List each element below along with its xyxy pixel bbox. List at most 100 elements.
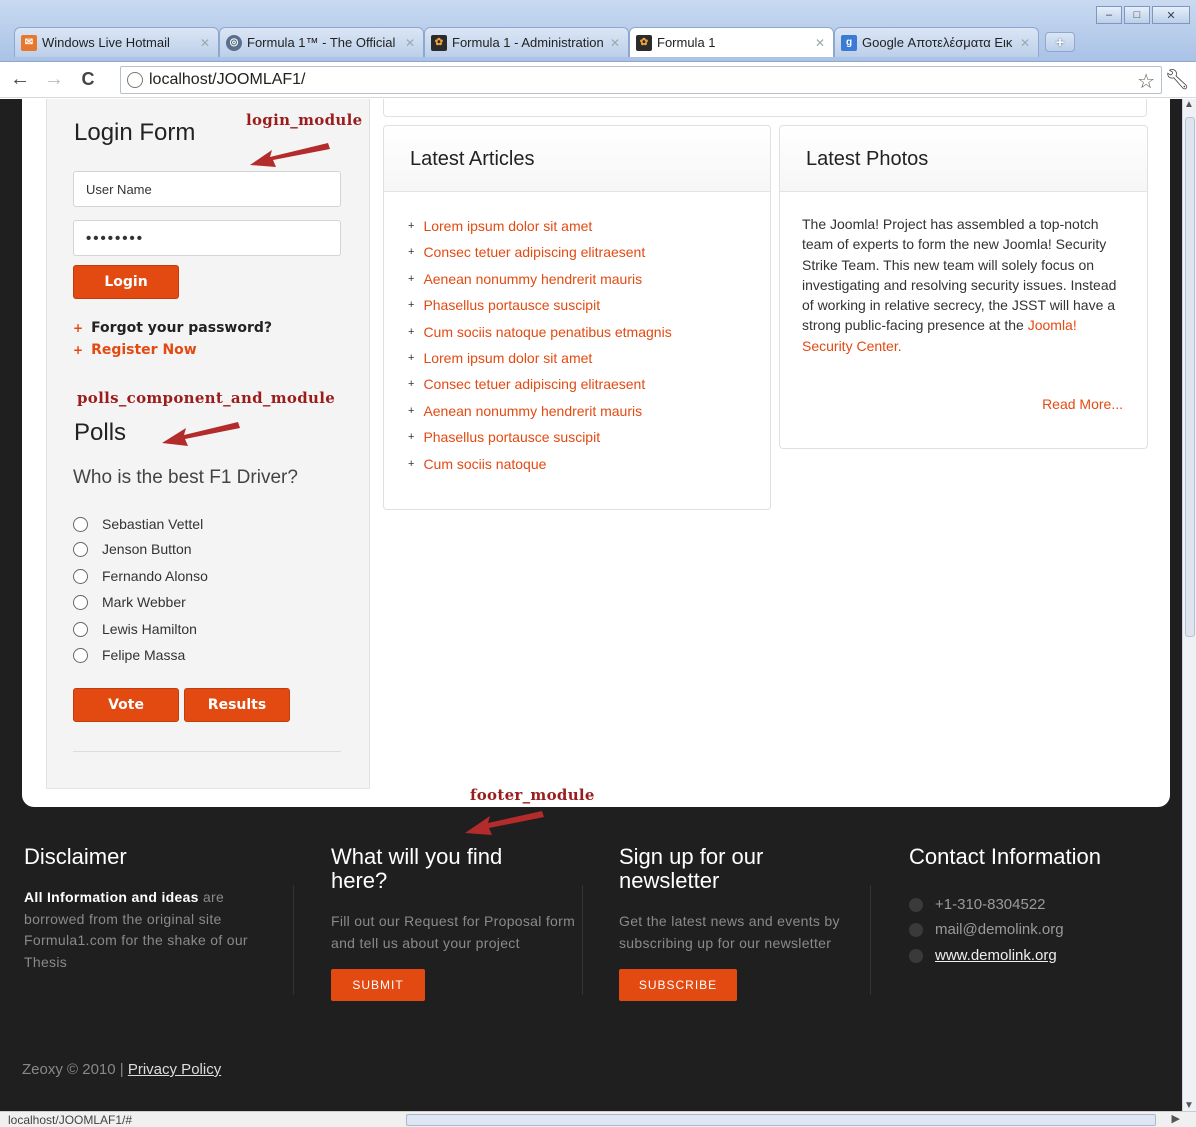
find-title: What will you find here?: [331, 844, 503, 893]
tab-hotmail[interactable]: ✉ Windows Live Hotmail ✕: [14, 27, 219, 57]
url-text: localhost/JOOMLAF1/: [149, 71, 306, 88]
arrow-icon: [250, 143, 330, 167]
divider: [870, 885, 871, 995]
web-icon: [909, 948, 923, 963]
back-button[interactable]: ←: [6, 66, 34, 94]
close-icon[interactable]: ✕: [610, 36, 620, 50]
contact-phone: +1-310-8304522: [909, 896, 1046, 913]
article-link[interactable]: + Lorem ipsum dolor sit amet: [408, 350, 592, 366]
address-bar[interactable]: localhost/JOOMLAF1/ ☆: [120, 66, 1162, 94]
article-link[interactable]: + Lorem ipsum dolor sit amet: [408, 218, 592, 234]
tab-label: Google Αποτελέσματα Εικ: [862, 35, 1013, 50]
contact-website[interactable]: www.demolink.org: [909, 947, 1057, 964]
article-label: Lorem ipsum dolor sit amet: [423, 350, 593, 366]
contact-title: Contact Information: [909, 844, 1101, 869]
contact-email[interactable]: mail@demolink.org: [909, 921, 1064, 938]
reload-button[interactable]: C: [74, 66, 102, 94]
arrow-icon: [162, 422, 240, 446]
article-link[interactable]: + Cum sociis natoque: [408, 456, 546, 472]
scroll-down-icon[interactable]: ▼: [1184, 1100, 1194, 1111]
article-label: Cum sociis natoque: [423, 456, 547, 472]
phone-icon: [909, 897, 923, 912]
divider: [582, 885, 583, 995]
globe-icon: ◎: [226, 34, 242, 51]
minimize-button[interactable]: –: [1096, 6, 1122, 24]
tab-formula1-official[interactable]: ◎ Formula 1™ - The Official ✕: [219, 27, 424, 57]
scroll-right-icon[interactable]: ▶: [1172, 1112, 1180, 1125]
bullet-icon: +: [408, 246, 415, 258]
close-icon[interactable]: ✕: [815, 36, 825, 50]
latest-articles-box: Latest Articles + Lorem ipsum dolor sit a…: [383, 125, 771, 510]
article-label: Aenean nonummy hendrerit mauris: [423, 271, 643, 287]
tab-formula1-admin[interactable]: ✿ Formula 1 - Administration ✕: [424, 27, 629, 57]
bullet-icon: +: [408, 326, 415, 338]
tab-label: Formula 1: [657, 35, 716, 50]
submit-button[interactable]: SUBMIT: [331, 969, 425, 1001]
browser-titlebar: ✉ Windows Live Hotmail ✕ ◎ Formula 1™ - …: [0, 0, 1196, 62]
browser-toolbar: ← → C localhost/JOOMLAF1/ ☆ 🔧︎: [0, 62, 1196, 98]
box-header: Latest Articles: [384, 126, 770, 192]
wrench-menu-icon[interactable]: 🔧︎: [1165, 67, 1190, 92]
newsletter-title: Sign up for our newsletter: [619, 844, 764, 893]
photos-description: The Joomla! Project has assembled a top-…: [802, 214, 1127, 356]
tab-google-images[interactable]: g Google Αποτελέσματα Εικ ✕: [834, 27, 1039, 57]
article-link[interactable]: + Consec tetuer adipiscing elitraesent: [408, 244, 645, 260]
latest-photos-box: Latest Photos The Joomla! Project has as…: [779, 125, 1148, 449]
photos-text: The Joomla! Project has assembled a top-…: [802, 216, 1117, 334]
bullet-icon: +: [408, 299, 415, 311]
article-label: Consec tetuer adipiscing elitraesent: [423, 376, 646, 392]
latest-photos-title: Latest Photos: [806, 148, 929, 170]
box-header: Latest Photos: [780, 126, 1147, 192]
joomla-icon: ✿: [431, 34, 447, 51]
divider: [293, 885, 294, 995]
bullet-icon: +: [408, 273, 415, 285]
tab-label: Windows Live Hotmail: [42, 35, 170, 50]
new-tab-button[interactable]: +: [1045, 32, 1075, 52]
subscribe-button[interactable]: SUBSCRIBE: [619, 969, 737, 1001]
privacy-policy-link[interactable]: Privacy Policy: [128, 1061, 221, 1078]
copyright-text: Zeoxy © 2010 |: [22, 1061, 128, 1078]
copyright: Zeoxy © 2010 | Privacy Policy: [22, 1061, 221, 1078]
scrollbar-thumb[interactable]: [1185, 117, 1195, 637]
maximize-button[interactable]: □: [1124, 6, 1150, 24]
article-link[interactable]: + Aenean nonummy hendrerit mauris: [408, 403, 642, 419]
tab-formula1[interactable]: ✿ Formula 1 ✕: [629, 27, 834, 57]
article-label: Phasellus portausce suscipit: [423, 297, 601, 313]
article-link[interactable]: + Consec tetuer adipiscing elitraesent: [408, 376, 645, 392]
bullet-icon: +: [408, 405, 415, 417]
window-controls: – □ ✕: [1094, 6, 1190, 24]
horizontal-scrollbar[interactable]: [406, 1114, 1156, 1126]
article-link[interactable]: + Phasellus portausce suscipit: [408, 297, 600, 313]
tab-strip: ✉ Windows Live Hotmail ✕ ◎ Formula 1™ - …: [14, 27, 1075, 57]
latest-articles-title: Latest Articles: [410, 148, 535, 170]
page-viewport: Login Form User Name •••••••• Login + Fo…: [0, 99, 1182, 1111]
bookmark-star-icon[interactable]: ☆: [1137, 69, 1155, 94]
email-icon: [909, 922, 923, 937]
page-info-icon[interactable]: [127, 72, 143, 88]
disclaimer-text: All Information and ideas are borrowed f…: [24, 887, 274, 973]
tab-label: Formula 1™ - The Official: [247, 35, 396, 50]
status-url: localhost/JOOMLAF1/#: [8, 1113, 133, 1127]
website-link[interactable]: www.demolink.org: [935, 947, 1057, 964]
read-more-link[interactable]: Read More...: [1042, 396, 1123, 412]
joomla-icon: ✿: [636, 34, 652, 51]
scroll-up-icon[interactable]: ▲: [1184, 99, 1194, 110]
forward-button[interactable]: →: [40, 66, 68, 94]
article-label: Consec tetuer adipiscing elitraesent: [423, 244, 646, 260]
bullet-icon: +: [408, 431, 415, 443]
bullet-icon: +: [408, 220, 415, 232]
close-window-button[interactable]: ✕: [1152, 6, 1190, 24]
close-icon[interactable]: ✕: [200, 36, 210, 50]
article-label: Phasellus portausce suscipit: [423, 429, 601, 445]
close-icon[interactable]: ✕: [1020, 36, 1030, 50]
article-link[interactable]: + Phasellus portausce suscipit: [408, 429, 600, 445]
article-link[interactable]: + Aenean nonummy hendrerit mauris: [408, 271, 642, 287]
article-label: Cum sociis natoque penatibus etmagnis: [423, 324, 672, 340]
vertical-scrollbar[interactable]: ▲ ▼: [1182, 99, 1196, 1111]
close-icon[interactable]: ✕: [405, 36, 415, 50]
article-link[interactable]: + Cum sociis natoque penatibus etmagnis: [408, 324, 672, 340]
bullet-icon: +: [408, 458, 415, 470]
tab-label: Formula 1 - Administration: [452, 35, 604, 50]
google-icon: g: [841, 34, 857, 51]
hotmail-icon: ✉: [21, 34, 37, 51]
